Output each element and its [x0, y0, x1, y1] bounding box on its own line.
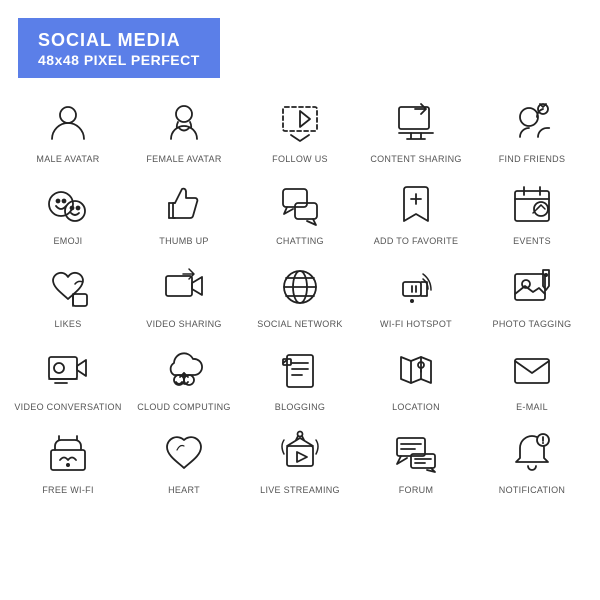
free-wi-fi-icon	[42, 427, 94, 479]
cell-follow-us: FOLLOW US	[242, 88, 358, 171]
notification-icon	[506, 427, 558, 479]
live-streaming-label: LIVE STREAMING	[260, 485, 340, 496]
find-friends-label: FIND FRIENDS	[499, 154, 566, 165]
chatting-icon	[274, 178, 326, 230]
e-mail-label: E-MAIL	[516, 402, 548, 413]
wi-fi-hotspot-label: WI-FI HOTSPOT	[380, 319, 452, 330]
cell-blogging: BLOGGING	[242, 336, 358, 419]
photo-tagging-label: PHOTO TAGGING	[493, 319, 572, 330]
find-friends-icon	[506, 96, 558, 148]
cell-thumb-up: THUMB UP	[126, 170, 242, 253]
social-network-label: SOCIAL NETWORK	[257, 319, 342, 330]
cell-notification: NOTIFICATION	[474, 419, 590, 502]
cell-location: LOCATION	[358, 336, 474, 419]
likes-label: LIKES	[54, 319, 81, 330]
add-to-favorite-icon	[390, 178, 442, 230]
cloud-computing-label: CLOUD COMPUTING	[137, 402, 231, 413]
cell-forum: FORUM	[358, 419, 474, 502]
cell-female-avatar: FEMALE AVATAR	[126, 88, 242, 171]
cell-social-network: SOCIAL NETWORK	[242, 253, 358, 336]
location-icon	[390, 344, 442, 396]
video-sharing-label: VIDEO SHARING	[146, 319, 221, 330]
female-avatar-label: FEMALE AVATAR	[146, 154, 221, 165]
video-sharing-icon	[158, 261, 210, 313]
header-title: SOCIAL MEDIA	[38, 30, 200, 52]
header-block: SOCIAL MEDIA 48x48 PIXEL PERFECT	[18, 18, 220, 78]
blogging-icon	[274, 344, 326, 396]
cell-events: EVENTS	[474, 170, 590, 253]
header-subtitle: 48x48 PIXEL PERFECT	[38, 52, 200, 68]
cloud-computing-icon	[158, 344, 210, 396]
add-to-favorite-label: ADD TO FAVORITE	[374, 236, 459, 247]
cell-cloud-computing: CLOUD COMPUTING	[126, 336, 242, 419]
emoji-icon	[42, 178, 94, 230]
cell-add-to-favorite: ADD TO FAVORITE	[358, 170, 474, 253]
social-network-icon	[274, 261, 326, 313]
chatting-label: CHATTING	[276, 236, 324, 247]
likes-icon	[42, 261, 94, 313]
thumb-up-label: THUMB UP	[159, 236, 208, 247]
male-avatar-icon	[42, 96, 94, 148]
male-avatar-label: MALE AVATAR	[36, 154, 99, 165]
cell-e-mail: E-MAIL	[474, 336, 590, 419]
video-conversation-label: VIDEO CONVERSATION	[14, 402, 121, 413]
cell-video-sharing: VIDEO SHARING	[126, 253, 242, 336]
thumb-up-icon	[158, 178, 210, 230]
cell-find-friends: FIND FRIENDS	[474, 88, 590, 171]
photo-tagging-icon	[506, 261, 558, 313]
cell-live-streaming: LIVE STREAMING	[242, 419, 358, 502]
free-wi-fi-label: FREE WI-FI	[42, 485, 94, 496]
forum-label: FORUM	[399, 485, 434, 496]
cell-heart: HEART	[126, 419, 242, 502]
cell-emoji: EMOJI	[10, 170, 126, 253]
cell-chatting: CHATTING	[242, 170, 358, 253]
emoji-label: EMOJI	[53, 236, 82, 247]
events-icon	[506, 178, 558, 230]
content-sharing-label: CONTENT SHARING	[370, 154, 461, 165]
live-streaming-icon	[274, 427, 326, 479]
events-label: EVENTS	[513, 236, 551, 247]
forum-icon	[390, 427, 442, 479]
follow-us-label: FOLLOW US	[272, 154, 328, 165]
icon-grid: MALE AVATAR FEMALE AVATAR FOLLOW US	[10, 88, 590, 502]
cell-male-avatar: MALE AVATAR	[10, 88, 126, 171]
e-mail-icon	[506, 344, 558, 396]
cell-likes: LIKES	[10, 253, 126, 336]
blogging-label: BLOGGING	[275, 402, 325, 413]
cell-wi-fi-hotspot: WI-FI HOTSPOT	[358, 253, 474, 336]
follow-us-icon	[274, 96, 326, 148]
wi-fi-hotspot-icon	[390, 261, 442, 313]
heart-label: HEART	[168, 485, 200, 496]
female-avatar-icon	[158, 96, 210, 148]
cell-photo-tagging: PHOTO TAGGING	[474, 253, 590, 336]
heart-icon	[158, 427, 210, 479]
cell-free-wi-fi: FREE WI-FI	[10, 419, 126, 502]
cell-content-sharing: CONTENT SHARING	[358, 88, 474, 171]
location-label: LOCATION	[392, 402, 440, 413]
video-conversation-icon	[42, 344, 94, 396]
cell-video-conversation: VIDEO CONVERSATION	[10, 336, 126, 419]
content-sharing-icon	[390, 96, 442, 148]
notification-label: NOTIFICATION	[499, 485, 565, 496]
